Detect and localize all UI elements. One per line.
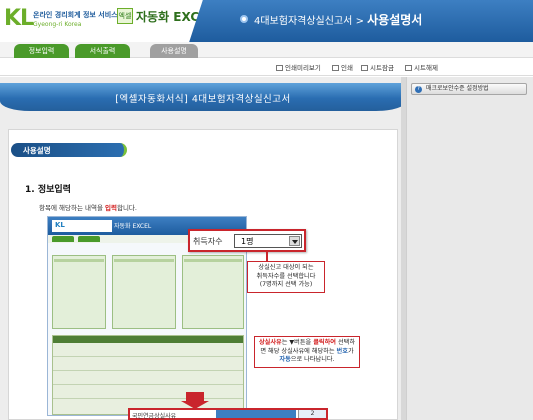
example-table [52, 335, 244, 415]
example-panel [112, 255, 176, 329]
loss-reason-label: 국민연금상실사유 [132, 413, 177, 420]
note1-line: 취득자수를 선택합니다 [256, 272, 316, 280]
print-label: 인쇄 [341, 64, 353, 72]
example-panel [182, 255, 244, 329]
example-tab [78, 236, 100, 242]
unlock-icon [405, 65, 412, 71]
note2-highlight: 상실사유 [258, 339, 282, 346]
example-app-name: 자동화 EXCEL [114, 223, 152, 230]
loss-reason-note: 상실사유는 ▼버튼을 클릭하여 선택하면 해당 상실사유에 해당하는 번호가 자… [254, 336, 360, 368]
help-icon: ? [415, 86, 422, 93]
dropdown-arrow-icon[interactable] [289, 236, 300, 246]
title-banner: 4대보험자격상실신고서 > 사용설명서 [210, 0, 533, 42]
example-row [54, 259, 104, 262]
loss-reason-example: 국민연금상실사유 2 [128, 408, 328, 420]
headcount-note-box: 상실신고 대상이 되는 취득자수를 선택합니다 (7명까지 선택 가능) [247, 261, 325, 293]
logo-mark: KL [4, 6, 34, 31]
excel-badge-icon: 엑셀 [117, 8, 133, 24]
headcount-select[interactable]: 1명 [234, 234, 302, 248]
section-label-text: 사용설명 [23, 146, 51, 155]
kl-logo: KL [4, 6, 34, 31]
example-table-line [53, 356, 243, 357]
app-header: KL 온라인 경리회계 정보 서비스 Gyeong-ri Korea 엑셀 자동… [0, 0, 533, 42]
desc-highlight: 입력 [105, 204, 117, 212]
page-title: 4대보험자격상실신고서 > 사용설명서 [254, 11, 422, 28]
example-row [114, 259, 174, 262]
headcount-note: 상실신고 대상이 되는 취득자수를 선택합니다 (7명까지 선택 가능) [247, 261, 325, 293]
loss-reason-number: 2 [298, 410, 326, 418]
example-logo: KL [52, 220, 112, 232]
logo-area[interactable]: KL 온라인 경리회계 정보 서비스 Gyeong-ri Korea 엑셀 자동… [0, 0, 215, 42]
page: KL 온라인 경리회계 정보 서비스 Gyeong-ri Korea 엑셀 자동… [0, 0, 533, 420]
tab-info-input[interactable]: 정보입력 [14, 44, 69, 58]
side-panel: ? 매크로보안수준 설정방법 [406, 77, 533, 420]
example-row [184, 259, 242, 262]
note1-line: (7명까지 선택 가능) [259, 281, 313, 288]
preview-icon [276, 65, 283, 71]
example-table-line [53, 370, 243, 371]
note2-text: 으로 나타납니다. [290, 356, 335, 363]
desc-text: 항목에 해당하는 내역을 [39, 204, 105, 212]
note2-keyword: 자동 [279, 356, 291, 363]
step-description: 항목에 해당하는 내역을 입력합니다. [39, 202, 137, 212]
down-arrow-icon [181, 392, 209, 409]
toolbar: 인쇄미리보기 인쇄 시트잠금 시트해제 [0, 58, 533, 76]
note2-text: 가 [347, 347, 354, 355]
macro-security-help-label: 매크로보안수준 설정방법 [426, 85, 489, 92]
macro-security-help-button[interactable]: ? 매크로보안수준 설정방법 [411, 83, 527, 95]
tab-form-output[interactable]: 서식출력 [75, 44, 130, 58]
example-panel [52, 255, 106, 329]
tab-bar: 정보입력 서식출력 사용설명 [0, 42, 533, 58]
title-prefix: 4대보험자격상실신고서 [254, 16, 353, 27]
example-table-line [53, 384, 243, 385]
print-preview-button[interactable]: 인쇄미리보기 [276, 62, 321, 72]
sheet-unlock-label: 시트해제 [414, 64, 438, 72]
step-heading: 1. 정보입력 [25, 185, 71, 195]
document-title: [엑셀자동화서식] 4대보험자격상실신고서 [115, 94, 291, 105]
example-tab [52, 236, 74, 242]
note1-line: 상실신고 대상이 되는 [258, 264, 314, 271]
lock-icon [361, 65, 368, 71]
loss-reason-select[interactable] [216, 410, 296, 418]
section-label: 사용설명 [11, 143, 127, 157]
logo-brand: Gyeong-ri Korea [33, 21, 82, 28]
bullet-icon [240, 15, 248, 23]
headcount-label: 취득자수 [193, 237, 223, 246]
note2-text: 는 ▼버튼을 [281, 339, 314, 346]
sheet-lock-button[interactable]: 시트잠금 [361, 62, 394, 72]
sheet-lock-label: 시트잠금 [370, 64, 394, 72]
title-separator: > [355, 16, 364, 27]
logo-subtitle: 온라인 경리회계 정보 서비스 [33, 11, 118, 19]
note2-keyword: 번호 [336, 347, 348, 355]
printer-icon [332, 65, 339, 71]
title-current: 사용설명서 [367, 13, 423, 27]
document-paper: 사용설명 1. 정보입력 항목에 해당하는 내역을 입력합니다. KL 자동화 … [8, 129, 398, 420]
print-button[interactable]: 인쇄 [332, 62, 353, 72]
headcount-value: 1명 [241, 237, 254, 246]
sheet-unlock-button[interactable]: 시트해제 [405, 62, 438, 72]
example-table-header [53, 336, 243, 343]
example-table-line [53, 398, 243, 399]
note2-highlight: 클릭하여 [313, 339, 336, 346]
example-logo-mark: KL [55, 221, 65, 229]
tab-usage-guide[interactable]: 사용설명 [150, 44, 198, 58]
headcount-callout: 취득자수 1명 [188, 229, 306, 252]
print-preview-label: 인쇄미리보기 [285, 64, 321, 72]
desc-text-end: 합니다. [116, 204, 137, 212]
